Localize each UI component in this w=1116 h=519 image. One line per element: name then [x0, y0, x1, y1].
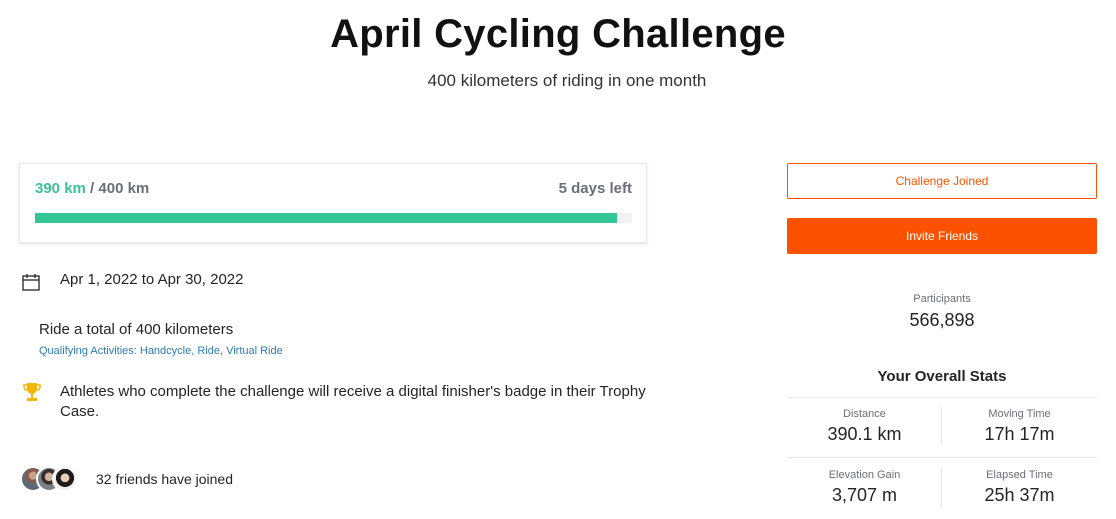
- distance-value: 390.1 km: [827, 424, 902, 444]
- elevation-gain-label: Elevation Gain: [828, 469, 901, 481]
- progress-text: 390 km / 400 km: [35, 180, 149, 197]
- stats-divider-middle: [787, 457, 1097, 458]
- friends-joined-text[interactable]: 32 friends have joined: [96, 471, 233, 487]
- overall-stats-title: Your Overall Stats: [877, 368, 1007, 385]
- progress-goal: 400 km: [98, 180, 150, 197]
- elevation-gain-value: 3,707 m: [831, 485, 898, 505]
- elapsed-time-value: 25h 37m: [984, 485, 1055, 505]
- calendar-icon: [21, 272, 41, 292]
- challenge-joined-button[interactable]: Challenge Joined: [787, 163, 1097, 199]
- progress-card: 390 km / 400 km 5 days left: [19, 163, 647, 243]
- participants-count: 566,898: [909, 310, 975, 330]
- elapsed-time-label: Elapsed Time: [986, 469, 1053, 481]
- days-left: 5 days left: [558, 180, 632, 197]
- page-subtitle: 400 kilometers of riding in one month: [427, 71, 707, 90]
- moving-time-label: Moving Time: [988, 408, 1051, 420]
- date-range: Apr 1, 2022 to Apr 30, 2022: [60, 271, 244, 288]
- qualifying-activities: Qualifying Activities: Handcycle, Ride, …: [39, 345, 283, 357]
- stats-divider-top: [787, 397, 1097, 398]
- distance-label: Distance: [843, 408, 886, 420]
- trophy-icon: [22, 381, 42, 403]
- participants-label: Participants: [913, 293, 971, 305]
- invite-friends-button[interactable]: Invite Friends: [787, 218, 1097, 254]
- progress-bar: [35, 213, 632, 223]
- avatar[interactable]: [52, 466, 78, 492]
- progress-bar-fill: [35, 213, 618, 223]
- goal-text: Ride a total of 400 kilometers: [39, 321, 234, 338]
- moving-time-value: 17h 17m: [984, 424, 1055, 444]
- progress-current: 390 km: [35, 180, 86, 197]
- friend-avatars[interactable]: [20, 466, 90, 492]
- page-title: April Cycling Challenge: [330, 12, 786, 56]
- badge-text: Athletes who complete the challenge will…: [60, 383, 646, 420]
- progress-separator: /: [85, 180, 99, 197]
